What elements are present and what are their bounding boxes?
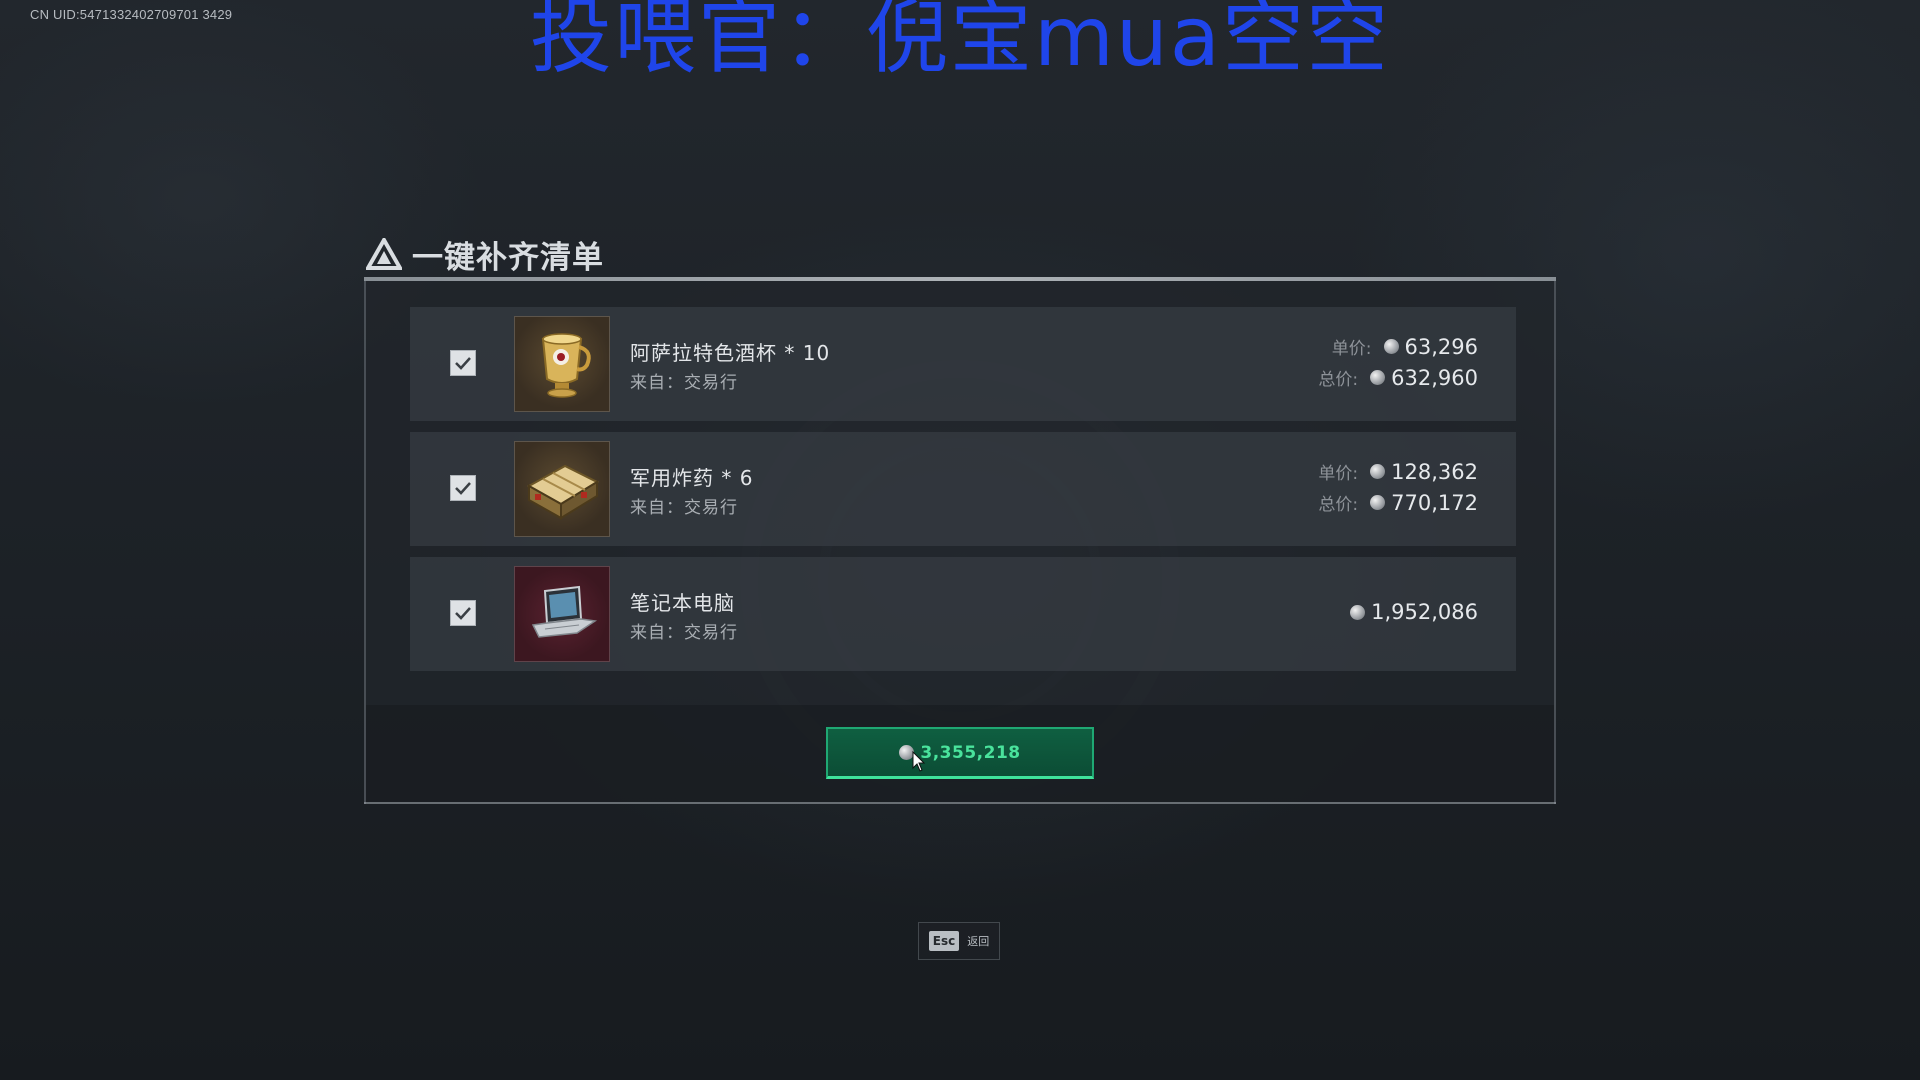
total-price: 总价: 632,960 (1318, 365, 1478, 391)
overlay-banner: 投喂官：倪宝mua空空 (529, 0, 1391, 85)
unit-price-value: 128,362 (1391, 459, 1478, 484)
item-source: 来自：交易行 (630, 498, 738, 518)
delta-logo-icon (366, 238, 402, 270)
laptop-icon (514, 566, 610, 662)
item-name: 军用炸药 * 6 (630, 466, 754, 490)
panel-header: 一键补齐清单 (366, 232, 604, 276)
mouse-cursor-icon (912, 751, 926, 772)
unit-price-label: 单价: (1318, 464, 1359, 484)
list-item[interactable]: 军用炸药 * 6 来自：交易行 单价: 128,362 总价: 770,172 (410, 432, 1516, 546)
total-price-value: 770,172 (1391, 490, 1478, 515)
coin-icon (1370, 464, 1386, 479)
unit-price: 单价: 128,362 (1318, 459, 1478, 485)
list-item[interactable]: 阿萨拉特色酒杯 * 10 来自：交易行 单价: 63,296 总价: 632,9… (410, 307, 1516, 421)
checkmark-icon (455, 357, 471, 370)
item-source: 来自：交易行 (630, 373, 738, 393)
item-price: 1,952,086 (1350, 600, 1478, 624)
checkmark-icon (455, 607, 471, 620)
item-checkbox[interactable] (450, 350, 476, 376)
coin-icon (1383, 339, 1399, 354)
item-source: 来自：交易行 (630, 623, 738, 643)
back-label: 返回 (967, 935, 990, 948)
total-price: 总价: 770,172 (1318, 490, 1478, 516)
item-name: 阿萨拉特色酒杯 * 10 (630, 341, 831, 365)
item-checkbox[interactable] (450, 600, 476, 626)
total-price-value: 632,960 (1391, 365, 1478, 390)
restock-list-panel: 阿萨拉特色酒杯 * 10 来自：交易行 单价: 63,296 总价: 632,9… (364, 281, 1556, 804)
purchase-all-button[interactable]: 3,355,218 (826, 727, 1094, 779)
cup-icon (514, 316, 610, 412)
unit-price-value: 63,296 (1404, 334, 1478, 359)
item-price-value: 1,952,086 (1371, 600, 1478, 624)
panel-bottom-border (364, 802, 1556, 804)
checkmark-icon (455, 482, 471, 495)
back-button[interactable]: Esc 返回 (918, 922, 1000, 960)
item-name: 笔记本电脑 (630, 591, 735, 615)
item-checkbox[interactable] (450, 475, 476, 501)
coin-icon (1370, 495, 1386, 510)
coin-icon (1370, 370, 1386, 385)
coin-icon (1350, 604, 1366, 620)
total-price-label: 总价: (1318, 370, 1359, 390)
purchase-total: 3,355,218 (920, 742, 1021, 763)
esc-key-icon: Esc (928, 931, 960, 951)
explosive-icon (514, 441, 610, 537)
screen: CN UID:5471332402709701 3429 投喂官：倪宝mua空空… (0, 0, 1920, 1080)
total-price-label: 总价: (1318, 495, 1359, 515)
list-item[interactable]: 笔记本电脑 来自：交易行 1,952,086 (410, 557, 1516, 671)
unit-price-label: 单价: (1331, 339, 1372, 359)
unit-price: 单价: 63,296 (1331, 334, 1478, 360)
panel-title: 一键补齐清单 (412, 239, 604, 276)
